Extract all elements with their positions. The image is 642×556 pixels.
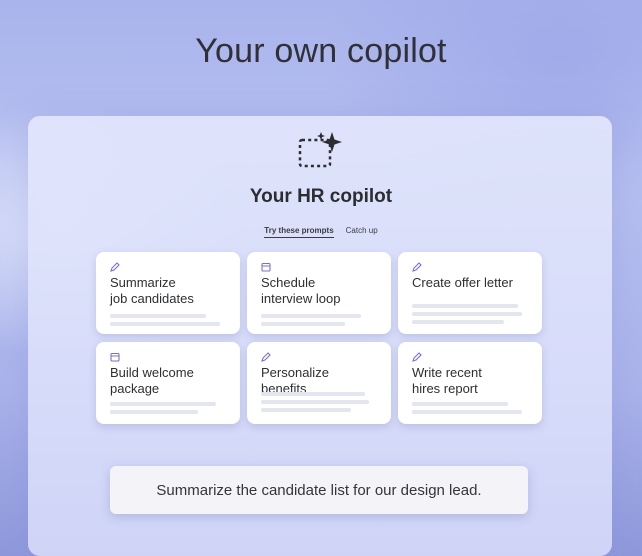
placeholder-line (261, 314, 361, 318)
prompt-card-write-hires-report[interactable]: Write recent hires report (398, 342, 542, 424)
prompt-card-schedule-interview[interactable]: Schedule interview loop (247, 252, 391, 334)
card-label: Build welcome package (110, 365, 194, 396)
tab-try-these-prompts[interactable]: Try these prompts (264, 226, 334, 238)
card-label: Summarize job candidates (110, 275, 194, 306)
calendar-icon (110, 352, 120, 362)
placeholder-line (261, 400, 369, 404)
card-label: Write recent hires report (412, 365, 482, 396)
prompt-input[interactable]: Summarize the candidate list for our des… (110, 466, 528, 514)
sparkle-selection-icon (298, 132, 342, 168)
placeholder-line (412, 410, 522, 414)
prompt-card-create-offer-letter[interactable]: Create offer letter (398, 252, 542, 334)
pen-icon (261, 352, 271, 362)
pen-icon (412, 262, 422, 272)
placeholder-line (261, 322, 345, 326)
placeholder-line (412, 320, 504, 324)
card-label: Create offer letter (412, 275, 513, 290)
prompt-tabs: Try these prompts Catch up (0, 226, 642, 238)
placeholder-line (412, 304, 518, 308)
placeholder-line (261, 392, 365, 396)
pen-icon (110, 262, 120, 272)
placeholder-line (110, 410, 198, 414)
placeholder-line (412, 312, 522, 316)
placeholder-line (261, 408, 351, 412)
placeholder-line (110, 314, 206, 318)
placeholder-line (110, 402, 216, 406)
card-label: Schedule interview loop (261, 275, 341, 306)
panel-title: Your HR copilot (249, 186, 393, 207)
calendar-icon (261, 262, 271, 272)
prompt-card-personalize-benefits[interactable]: Personalize benefits (247, 342, 391, 424)
tab-catch-up[interactable]: Catch up (346, 226, 378, 238)
pen-icon (412, 352, 422, 362)
prompt-card-build-welcome-package[interactable]: Build welcome package (96, 342, 240, 424)
hero-title: Your own copilot (195, 32, 447, 70)
prompt-card-summarize-candidates[interactable]: Summarize job candidates (96, 252, 240, 334)
placeholder-line (110, 322, 220, 326)
placeholder-line (412, 402, 508, 406)
